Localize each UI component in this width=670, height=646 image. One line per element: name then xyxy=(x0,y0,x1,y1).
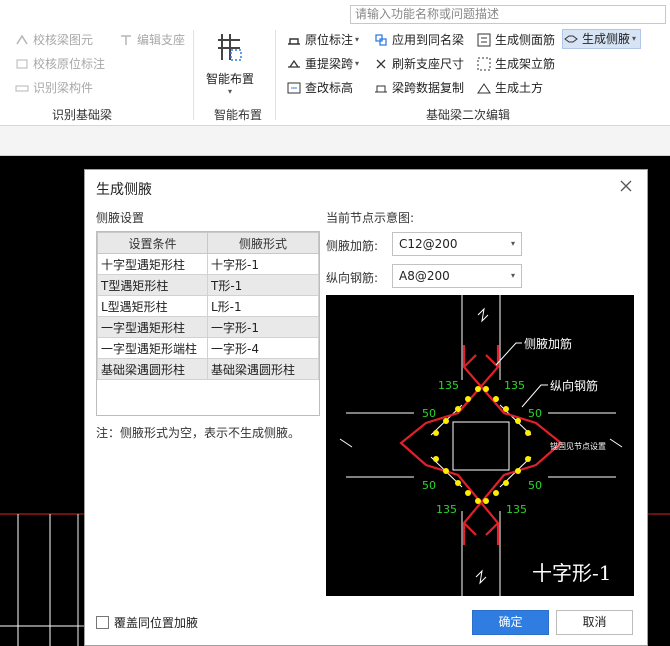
haunch-rebar-label: 侧腋加筋: xyxy=(326,239,379,253)
group-label-recognize: 识别基础梁 xyxy=(52,108,113,122)
apply-same-button[interactable]: 应用到同名梁 xyxy=(373,30,464,50)
table-cell[interactable]: 一字形-1 xyxy=(207,316,319,338)
haunch-rebar-select[interactable]: C12@200 ▾ xyxy=(392,232,522,256)
long-rebar-select[interactable]: A8@200 ▾ xyxy=(392,264,522,288)
table-cell[interactable]: 一字形-4 xyxy=(207,337,319,359)
search-input[interactable]: 请输入功能名称或问题描述 xyxy=(350,5,666,24)
table-row[interactable]: T型遇矩形柱 T形-1 xyxy=(97,274,319,296)
table-cell[interactable]: T形-1 xyxy=(207,274,319,296)
anchor-note: 锚固见节点设置 xyxy=(550,442,606,451)
recognize-beam-icon xyxy=(14,80,30,96)
check-beam-button[interactable]: 校核梁图元 xyxy=(14,30,93,50)
side-rebar-button[interactable]: 生成侧面筋 xyxy=(476,30,555,50)
overwrite-checkbox[interactable] xyxy=(96,616,109,629)
dim-label: 50 xyxy=(422,407,436,420)
table-row[interactable]: L型遇矩形柱 L形-1 xyxy=(97,295,319,317)
diagram-section-title: 当前节点示意图: xyxy=(326,211,415,225)
overwrite-checkbox-row[interactable]: 覆盖同位置加腋 xyxy=(96,614,198,631)
separator xyxy=(275,30,276,120)
cancel-button[interactable]: 取消 xyxy=(556,610,633,635)
separator xyxy=(193,30,194,120)
table-cell: 基础梁遇圆形柱 xyxy=(97,358,208,380)
column-header-condition: 设置条件 xyxy=(97,232,208,254)
table-cell[interactable]: L形-1 xyxy=(207,295,319,317)
group-label-smart: 智能布置 xyxy=(214,108,263,122)
table-cell: 一字型遇矩形端柱 xyxy=(97,337,208,359)
haunch-settings-table: 设置条件 侧腋形式 十字型遇矩形柱 十字形-1 T型遇矩形柱 T形-1 L型遇矩形柱… xyxy=(96,231,320,416)
table-row[interactable]: 基础梁遇圆形柱 基础梁遇圆形柱 xyxy=(97,358,319,380)
dim-label: 50 xyxy=(528,407,542,420)
smart-layout-button[interactable]: 智能布置 ▾ xyxy=(205,30,255,96)
side-haunch-icon xyxy=(563,31,579,47)
side-haunch-dialog: 生成侧腋 侧腋设置 设置条件 侧腋形式 十字型遇矩形柱 十字形-1 T型遇矩形柱 T… xyxy=(84,169,648,646)
overwrite-checkbox-label: 覆盖同位置加腋 xyxy=(114,616,199,630)
chevron-down-icon: ▾ xyxy=(510,239,515,248)
ribbon: 请输入功能名称或问题描述 校核梁图元 编辑支座 校核原位标注 识别梁构件 识别基… xyxy=(0,0,670,126)
edit-support-button[interactable]: 编辑支座 xyxy=(118,30,185,50)
side-rebar-icon xyxy=(476,32,492,48)
side-haunch-button[interactable]: 生成侧腋 ▾ xyxy=(562,29,642,49)
check-annotation-icon xyxy=(14,56,30,72)
long-rebar-label: 纵向钢筋: xyxy=(326,271,379,285)
recognize-beam-button[interactable]: 识别梁构件 xyxy=(14,78,93,98)
table-cell[interactable]: 基础梁遇圆形柱 xyxy=(207,358,319,380)
dim-label: 50 xyxy=(528,479,542,492)
table-cell: L型遇矩形柱 xyxy=(97,295,208,317)
annotation-button[interactable]: 原位标注 ▾ xyxy=(286,30,359,50)
edit-support-icon xyxy=(118,32,134,48)
ok-button[interactable]: 确定 xyxy=(472,610,549,635)
annotation-icon xyxy=(286,32,302,48)
earthwork-button[interactable]: 生成土方 xyxy=(476,78,543,98)
chevron-down-icon: ▾ xyxy=(510,271,515,280)
toolbar-band xyxy=(0,126,670,156)
check-annotation-button[interactable]: 校核原位标注 xyxy=(14,54,105,74)
copy-span-icon xyxy=(373,80,389,96)
group-label-edit: 基础梁二次编辑 xyxy=(426,108,511,122)
chevron-down-icon: ▾ xyxy=(355,35,360,44)
erect-rebar-button[interactable]: 生成架立筋 xyxy=(476,54,555,74)
table-cell: 十字型遇矩形柱 xyxy=(97,253,208,275)
angle-label: 135 xyxy=(504,379,525,392)
table-row[interactable]: 一字型遇矩形端柱 一字形-4 xyxy=(97,337,319,359)
node-diagram: 侧腋加筋 纵向钢筋 135 135 135 135 50 50 50 50 锚固… xyxy=(326,295,634,596)
angle-label: 135 xyxy=(506,503,527,516)
settings-section-title: 侧腋设置 xyxy=(96,211,145,225)
note-text: 注：侧腋形式为空，表示不生成侧腋。 xyxy=(96,426,301,440)
repick-span-button[interactable]: 重提梁跨 ▾ xyxy=(286,54,359,74)
refresh-support-button[interactable]: 刷新支座尺寸 xyxy=(373,54,464,74)
chevron-down-icon: ▾ xyxy=(355,59,360,68)
chevron-down-icon: ▾ xyxy=(227,87,232,96)
check-beam-icon xyxy=(14,32,30,48)
dim-label: 50 xyxy=(422,479,436,492)
close-icon[interactable] xyxy=(619,179,633,193)
smart-layout-icon xyxy=(214,30,246,66)
label-haunch-rebar: 侧腋加筋 xyxy=(524,337,573,351)
refresh-support-icon xyxy=(373,56,389,72)
dialog-title: 生成侧腋 xyxy=(96,182,152,198)
label-long-rebar: 纵向钢筋 xyxy=(550,379,599,393)
apply-same-icon xyxy=(373,32,389,48)
elevation-button[interactable]: 查改标高 xyxy=(286,78,353,98)
table-row[interactable]: 一字型遇矩形柱 一字形-1 xyxy=(97,316,319,338)
table-cell: T型遇矩形柱 xyxy=(97,274,208,296)
column-header-form: 侧腋形式 xyxy=(207,232,319,254)
table-cell: 一字型遇矩形柱 xyxy=(97,316,208,338)
angle-label: 135 xyxy=(438,379,459,392)
angle-label: 135 xyxy=(436,503,457,516)
chevron-down-icon: ▾ xyxy=(632,34,637,43)
copy-span-button[interactable]: 梁跨数据复制 xyxy=(373,78,464,98)
elevation-icon xyxy=(286,80,302,96)
table-row[interactable]: 十字型遇矩形柱 十字形-1 xyxy=(97,253,319,275)
repick-span-icon xyxy=(286,56,302,72)
earthwork-icon xyxy=(476,80,492,96)
table-cell[interactable]: 十字形-1 xyxy=(207,253,319,275)
diagram-caption: 十字形-1 xyxy=(532,561,612,585)
erect-rebar-icon xyxy=(476,56,492,72)
